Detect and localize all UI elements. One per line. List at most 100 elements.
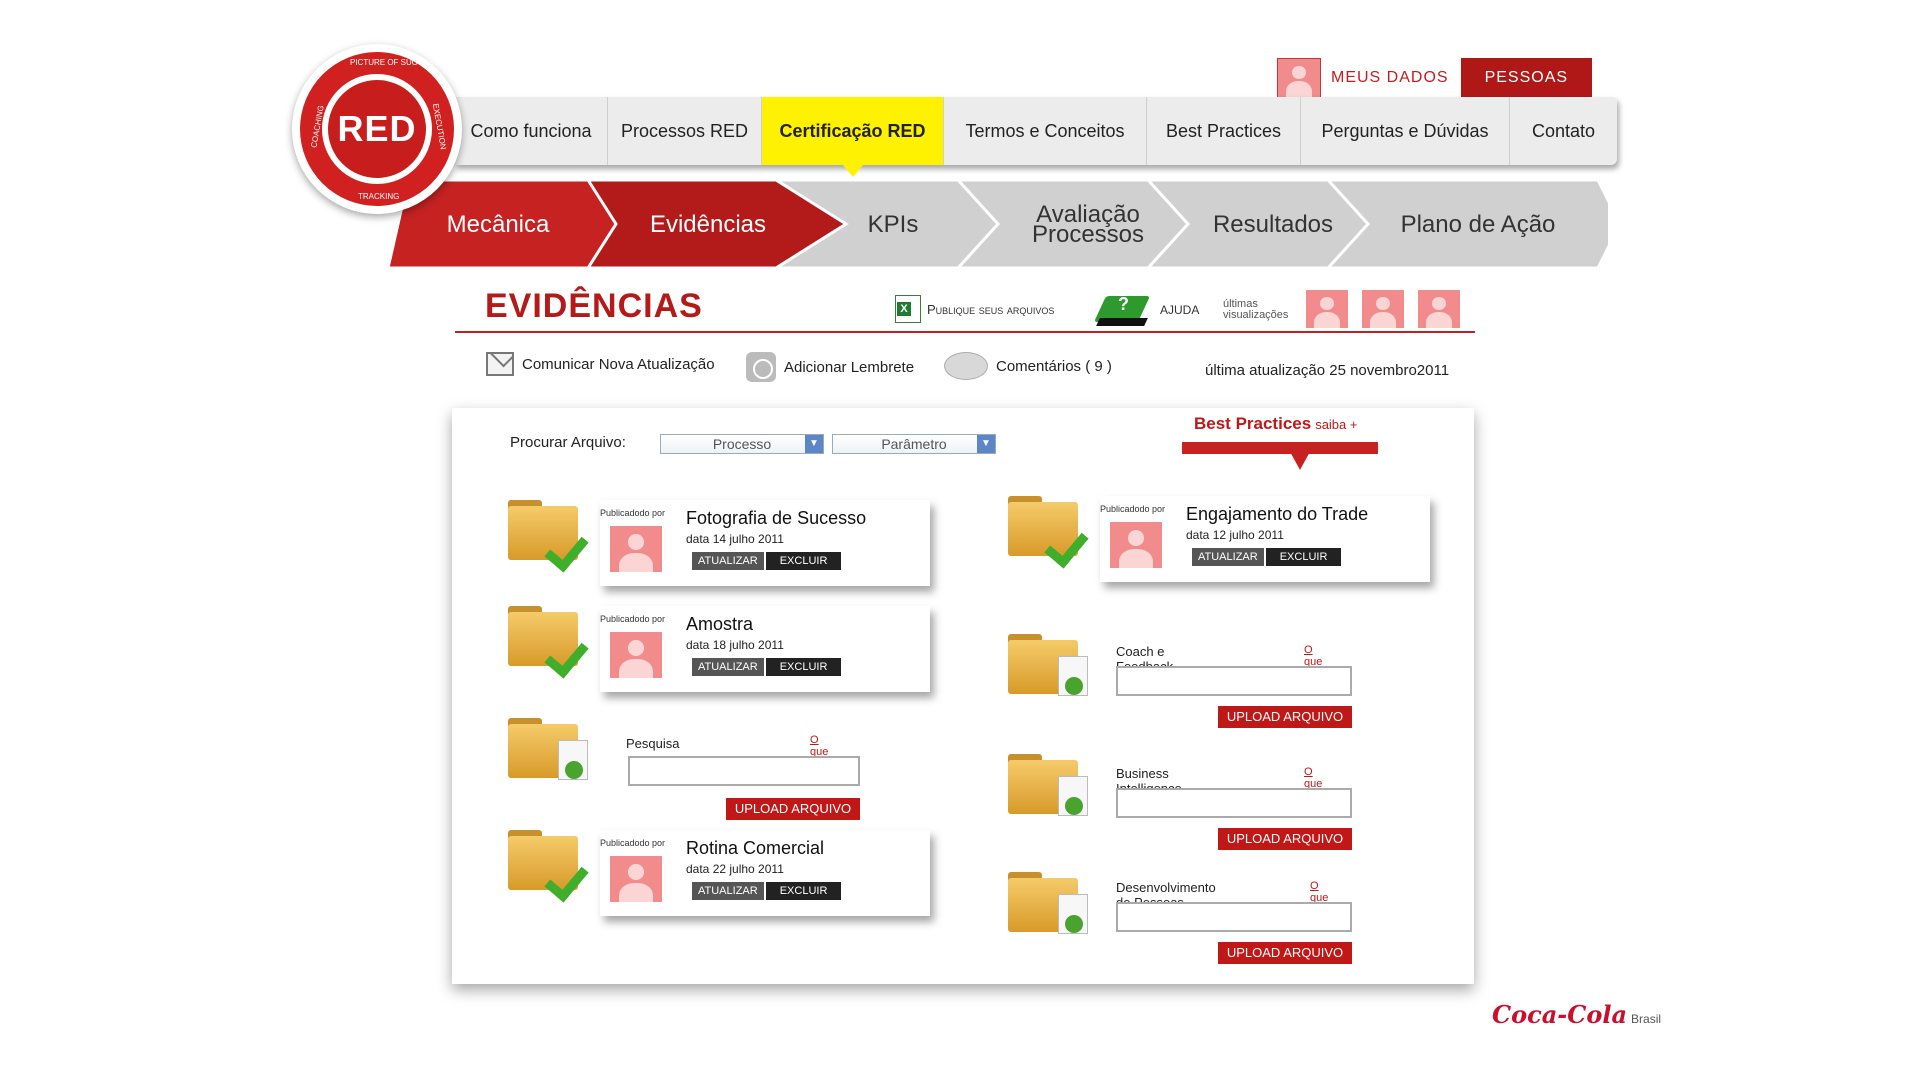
excluir-button[interactable]: EXCLUIR (1265, 548, 1342, 566)
step-plano-acao[interactable]: Plano de Ação (1378, 180, 1578, 270)
atualizar-button[interactable]: ATUALIZAR (692, 882, 764, 900)
parametro-select[interactable]: Parâmetro ▼ (832, 434, 996, 454)
ajuda-link[interactable]: AJUDA (1096, 290, 1199, 330)
meus-dados-label: MEUS DADOS (1331, 69, 1449, 86)
step-resultados[interactable]: Resultados (1188, 180, 1358, 270)
nav-termos-conceitos[interactable]: Termos e Conceitos (944, 97, 1147, 165)
upload-file-input[interactable] (628, 756, 860, 786)
evidence-name: Engajamento do Trade (1186, 504, 1369, 524)
process-steps: Mecânica Evidências KPIs Avaliação Proce… (388, 180, 1608, 270)
red-logo[interactable]: RED PICTURE OF SUCCESS COACHING EXECUTIO… (292, 44, 462, 214)
evidence-name: Amostra (686, 614, 754, 634)
ribbon-knot-icon (1288, 448, 1312, 470)
evidence-date: data 18 julho 2011 (686, 638, 784, 652)
main-nav: Como funciona Processos RED Certificação… (455, 97, 1617, 177)
comentarios-link[interactable]: Comentários ( 9 ) (944, 352, 1112, 380)
step-avaliacao-processos[interactable]: Avaliação Processos (1008, 180, 1168, 270)
publisher-avatar[interactable] (610, 526, 662, 572)
evidence-card: Publicadodo por Amostra data 18 julho 20… (600, 606, 930, 692)
document-icon (1058, 894, 1088, 934)
publisher-avatar[interactable] (610, 856, 662, 902)
upload-button[interactable]: UPLOAD ARQUIVO (1218, 942, 1352, 964)
ultimas-line2: visualizações (1223, 309, 1289, 321)
coca-cola-brand: Coca-Cola (1492, 1000, 1628, 1029)
upload-file-input[interactable] (1116, 788, 1352, 818)
step-avaliacao-line2: Processos (1031, 221, 1145, 248)
viewer-avatar[interactable] (1418, 290, 1460, 328)
excluir-button[interactable]: EXCLUIR (765, 882, 842, 900)
upload-label: Pesquisa (626, 736, 680, 751)
publique-arquivos-link[interactable]: Publique seus arquivos (895, 295, 1054, 323)
atualizar-button[interactable]: ATUALIZAR (1192, 548, 1264, 566)
page-title: EVIDÊNCIAS (485, 287, 703, 325)
excluir-button[interactable]: EXCLUIR (765, 658, 842, 676)
comentarios-label: Comentários ( 9 ) (996, 357, 1112, 375)
evidence-buttons: ATUALIZAR EXCLUIR (692, 882, 842, 900)
lembrete-label: Adicionar Lembrete (784, 358, 915, 376)
best-practices-banner[interactable]: Best Practices saiba + (1182, 414, 1394, 470)
document-icon (558, 740, 588, 780)
coca-cola-logo: Coca-Cola Brasil (1492, 1000, 1661, 1029)
comunicar-atualizacao-link[interactable]: Comunicar Nova Atualização (486, 352, 715, 376)
atualizar-button[interactable]: ATUALIZAR (692, 658, 764, 676)
logo-text: RED (328, 80, 426, 178)
chevron-down-icon: ▼ (977, 435, 995, 453)
nav-perguntas-duvidas[interactable]: Perguntas e Dúvidas (1301, 97, 1510, 165)
published-by-label: Publicadodo por (1100, 504, 1166, 514)
mail-icon (486, 352, 514, 376)
nav-certificacao-red[interactable]: Certificação RED (762, 97, 944, 177)
nav-como-funciona[interactable]: Como funciona (455, 97, 608, 165)
title-divider (455, 331, 1475, 333)
step-kpis[interactable]: KPIs (838, 180, 948, 270)
coca-cola-country: Brasil (1631, 1012, 1662, 1026)
pessoas-link[interactable]: PESSOAS (1460, 58, 1593, 98)
evidence-name: Rotina Comercial (686, 838, 825, 858)
publisher-avatar[interactable] (1110, 522, 1162, 568)
evidence-card: Publicadodo por Rotina Comercial data 22… (600, 830, 930, 916)
comunicar-label: Comunicar Nova Atualização (522, 355, 715, 373)
processo-value: Processo (712, 436, 772, 452)
check-icon (548, 530, 592, 564)
upload-file-input[interactable] (1116, 666, 1352, 696)
document-icon (1058, 656, 1088, 696)
viewer-avatar[interactable] (1362, 290, 1404, 328)
evidence-date: data 22 julho 2011 (686, 862, 784, 876)
published-by-label: Publicadodo por (600, 838, 666, 848)
check-icon (548, 636, 592, 670)
evidence-card: Publicadodo por Engajamento do Trade dat… (1100, 496, 1430, 582)
meus-dados-link[interactable]: MEUS DADOS (1277, 58, 1461, 98)
nav-best-practices[interactable]: Best Practices (1147, 97, 1301, 165)
atualizar-button[interactable]: ATUALIZAR (692, 552, 764, 570)
viewer-avatar[interactable] (1306, 290, 1348, 328)
processo-select[interactable]: Processo ▼ (660, 434, 824, 454)
ajuda-label: AJUDA (1160, 303, 1200, 317)
excel-icon (895, 295, 921, 323)
upload-file-input[interactable] (1116, 902, 1352, 932)
bp-more-link[interactable]: saiba + (1315, 417, 1357, 432)
step-mecanica[interactable]: Mecânica (428, 180, 568, 270)
document-icon (1058, 776, 1088, 816)
upload-button[interactable]: UPLOAD ARQUIVO (1218, 828, 1352, 850)
evidencias-panel: Procurar Arquivo: Processo ▼ Parâmetro ▼… (452, 408, 1474, 984)
check-icon (1048, 526, 1092, 560)
publisher-avatar[interactable] (610, 632, 662, 678)
adicionar-lembrete-link[interactable]: Adicionar Lembrete (746, 352, 914, 382)
nav-contato[interactable]: Contato (1510, 97, 1617, 165)
excluir-button[interactable]: EXCLUIR (765, 552, 842, 570)
procurar-label: Procurar Arquivo: (510, 434, 626, 451)
recent-viewers (1306, 290, 1460, 328)
nav-processos-red[interactable]: Processos RED (608, 97, 762, 165)
user-avatar (1277, 58, 1321, 98)
clock-icon (746, 352, 776, 382)
evidence-card: Publicadodo por Fotografia de Sucesso da… (600, 500, 930, 586)
evidence-name: Fotografia de Sucesso (686, 508, 867, 528)
upload-button[interactable]: UPLOAD ARQUIVO (1218, 706, 1352, 728)
ultimas-visualizacoes-label: últimas visualizações (1223, 299, 1288, 321)
evidence-buttons: ATUALIZAR EXCLUIR (692, 552, 842, 570)
best-practices-title: Best Practices saiba + (1194, 414, 1394, 434)
upload-button[interactable]: UPLOAD ARQUIVO (726, 798, 860, 820)
evidence-date: data 12 julho 2011 (1186, 528, 1284, 542)
parametro-value: Parâmetro (881, 436, 947, 452)
bp-title-text: Best Practices (1194, 414, 1312, 433)
step-evidencias[interactable]: Evidências (628, 180, 788, 270)
